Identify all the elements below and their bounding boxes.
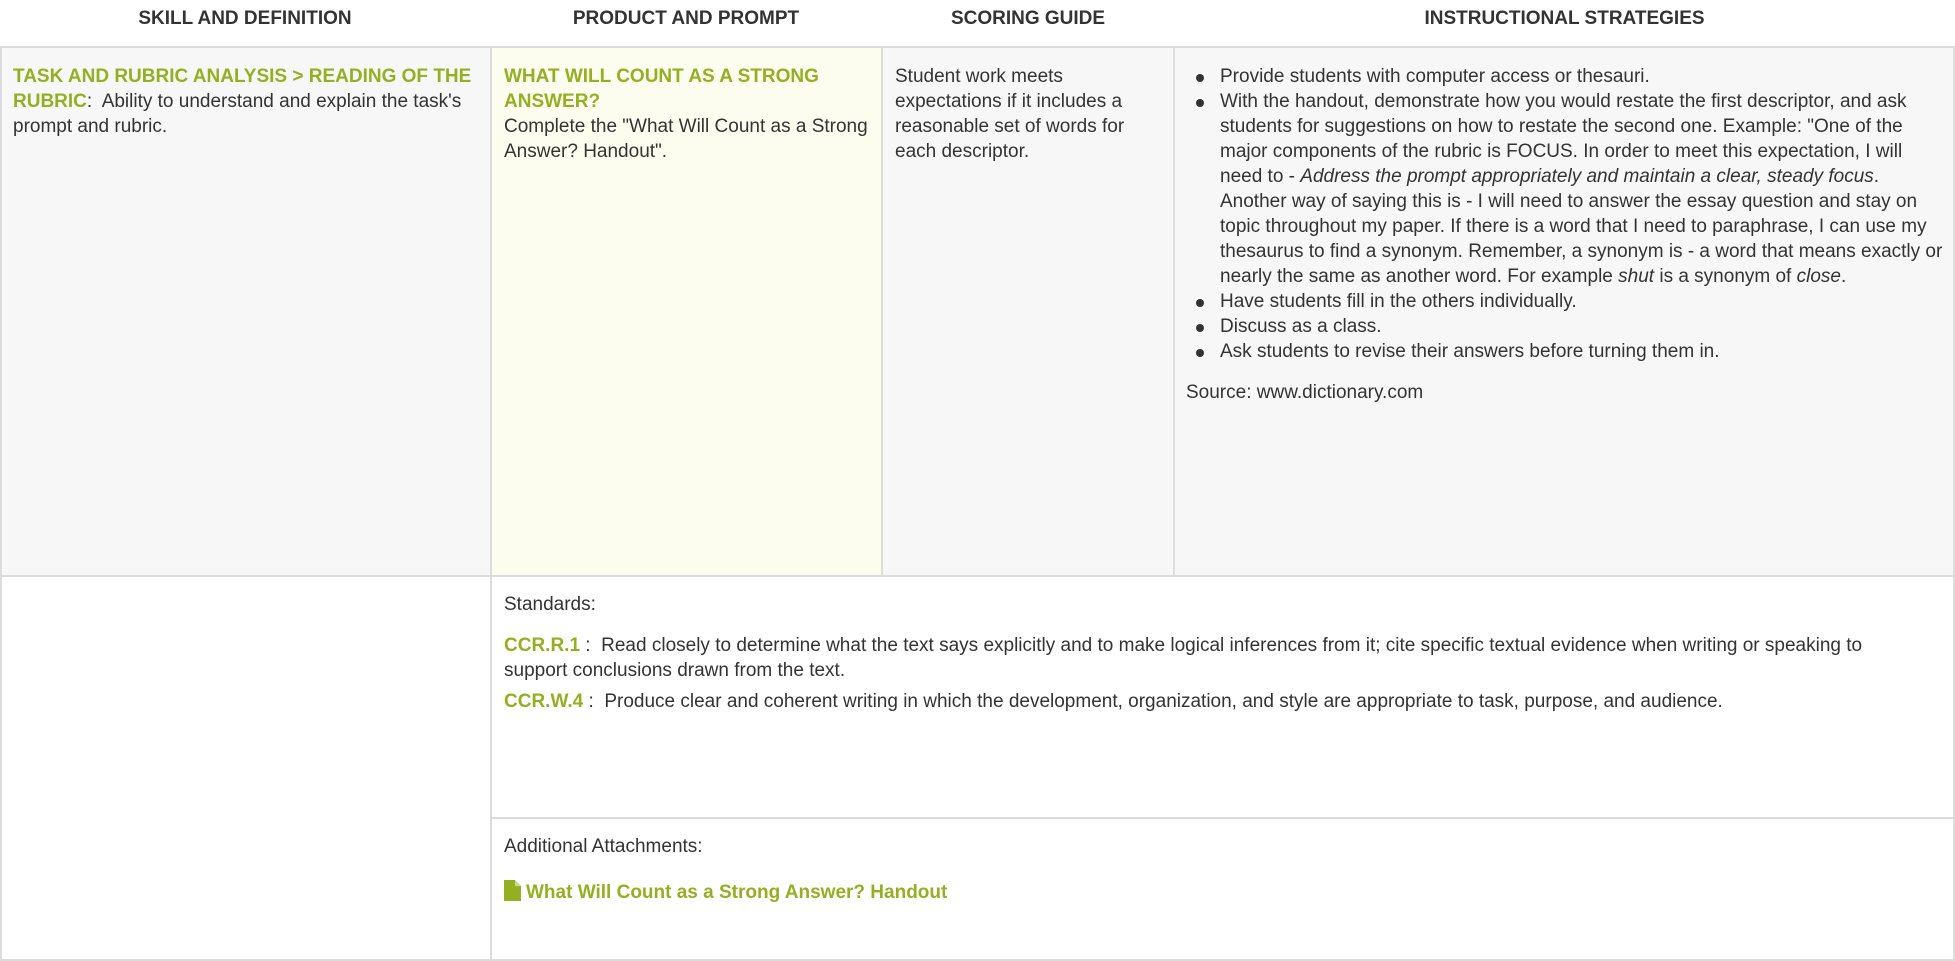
- header-product: PRODUCT AND PROMPT: [572, 8, 800, 29]
- bullet-icon: [1196, 349, 1204, 357]
- attachments-content: Additional Attachments: What Will Count …: [504, 834, 1945, 905]
- skill-separator: :: [86, 91, 93, 112]
- standard-item: CCR.W.4 : Produce clear and coherent wri…: [504, 691, 1723, 712]
- standard-text: Read closely to determine what the text …: [504, 635, 1863, 681]
- row-divider: [0, 575, 1955, 577]
- rubric-table: SKILL AND DEFINITION PRODUCT AND PROMPT …: [0, 0, 1955, 961]
- scoring-cell: Student work meets expectations if it in…: [883, 47, 1173, 576]
- column-divider: [1173, 46, 1175, 576]
- standard-code[interactable]: CCR.R.1: [504, 635, 580, 656]
- attachment-link[interactable]: What Will Count as a Strong Answer? Hand…: [504, 880, 948, 903]
- column-divider: [0, 46, 2, 961]
- standards-cell: Standards: CCR.R.1 : Read closely to det…: [492, 576, 1955, 817]
- attachment-item: What Will Count as a Strong Answer? Hand…: [504, 880, 1945, 905]
- standards-content: Standards: CCR.R.1 : Read closely to det…: [504, 592, 1915, 714]
- header-scoring: SCORING GUIDE: [950, 8, 1106, 29]
- column-divider: [881, 46, 883, 576]
- bullet-icon: [1196, 99, 1204, 107]
- strategies-content: Provide students with computer access or…: [1186, 64, 1943, 405]
- strategy-item: Discuss as a class.: [1186, 314, 1943, 339]
- product-text: WHAT WILL COUNT AS A STRONG ANSWER? Comp…: [504, 64, 871, 164]
- standards-label: Standards:: [504, 594, 596, 615]
- skill-cell: TASK AND RUBRIC ANALYSIS > READING OF TH…: [0, 47, 490, 576]
- bullet-icon: [1196, 74, 1204, 82]
- strategies-list: Provide students with computer access or…: [1186, 64, 1943, 364]
- header-strategies: INSTRUCTIONAL STRATEGIES: [1424, 8, 1705, 29]
- attachment-link-text: What Will Count as a Strong Answer? Hand…: [526, 882, 948, 903]
- bullet-icon: [1196, 324, 1204, 332]
- column-divider: [490, 46, 492, 961]
- header-skill: SKILL AND DEFINITION: [138, 8, 352, 29]
- product-cell: WHAT WILL COUNT AS A STRONG ANSWER? Comp…: [492, 47, 881, 576]
- skill-text: TASK AND RUBRIC ANALYSIS > READING OF TH…: [13, 64, 480, 139]
- product-title: WHAT WILL COUNT AS A STRONG ANSWER?: [504, 66, 819, 112]
- blank-cell: [0, 576, 490, 961]
- attachments-label: Additional Attachments:: [504, 836, 703, 857]
- bullet-icon: [1196, 299, 1204, 307]
- product-prompt: Complete the "What Will Count as a Stron…: [504, 116, 868, 162]
- standard-text: Produce clear and coherent writing in wh…: [604, 691, 1723, 712]
- standard-item: CCR.R.1 : Read closely to determine what…: [504, 635, 1863, 681]
- source-note: Source: www.dictionary.com: [1186, 382, 1424, 403]
- attachments-cell: Additional Attachments: What Will Count …: [492, 819, 1955, 961]
- row-divider: [492, 817, 1955, 819]
- strategy-item: Have students fill in the others individ…: [1186, 289, 1943, 314]
- strategy-item: Provide students with computer access or…: [1186, 64, 1943, 89]
- strategy-item: With the handout, demonstrate how you wo…: [1186, 89, 1943, 289]
- row-divider: [0, 46, 1955, 48]
- file-icon: [504, 880, 521, 901]
- strategy-item: Ask students to revise their answers bef…: [1186, 339, 1943, 364]
- scoring-text: Student work meets expectations if it in…: [895, 66, 1125, 162]
- standard-code[interactable]: CCR.W.4: [504, 691, 583, 712]
- strategies-cell: Provide students with computer access or…: [1175, 47, 1955, 576]
